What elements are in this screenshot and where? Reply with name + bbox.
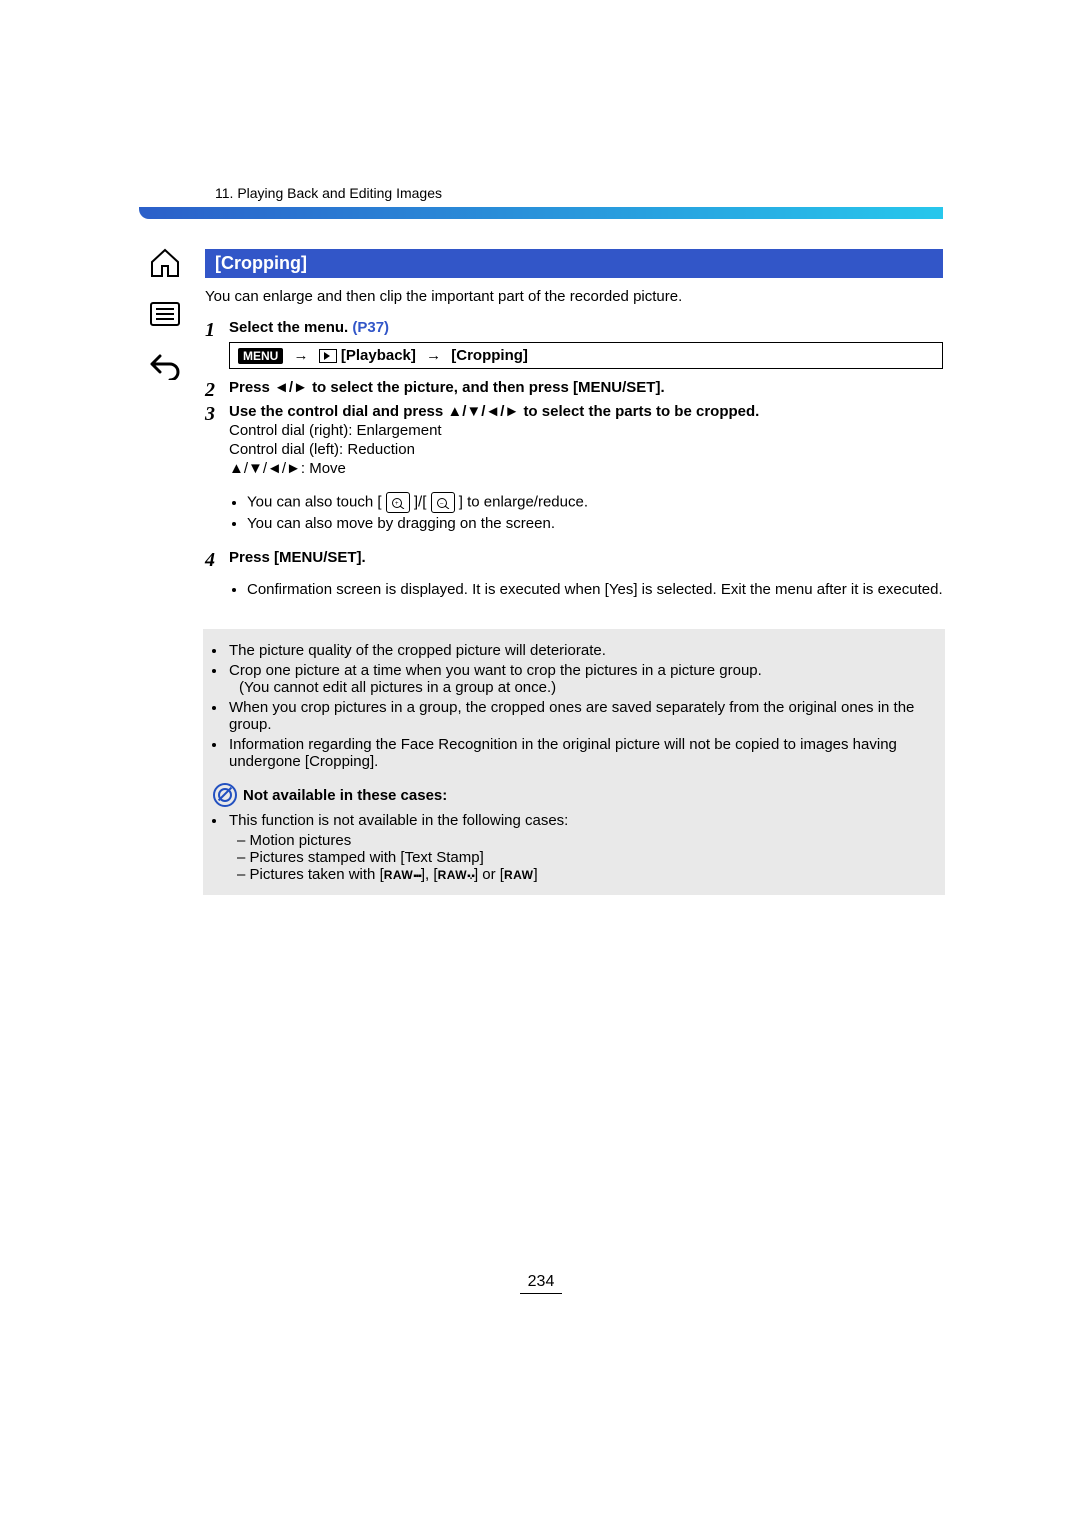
side-nav bbox=[148, 248, 190, 380]
touch-reduce-icon: – bbox=[431, 492, 455, 513]
body-line: Control dial (left): Reduction bbox=[229, 441, 943, 458]
step-number: 1 bbox=[205, 319, 229, 341]
sub-bullet: You can also touch [ + ]/[ – ] to enlarg… bbox=[247, 492, 943, 513]
raw-icon: RAW▪▪▪ bbox=[384, 868, 421, 882]
touch-prefix: You can also touch [ bbox=[247, 494, 382, 511]
chapter-header: 11. Playing Back and Editing Images bbox=[139, 185, 943, 205]
step-main: Press ◄/► to select the picture, and the… bbox=[229, 379, 943, 396]
svg-text:+: + bbox=[395, 501, 399, 507]
not-available-title: Not available in these cases: bbox=[243, 787, 447, 804]
raw-icon: RAW bbox=[504, 868, 534, 882]
note-text: Crop one picture at a time when you want… bbox=[229, 662, 762, 679]
case-item: Pictures stamped with [Text Stamp] bbox=[237, 849, 935, 866]
sub-list: Confirmation screen is displayed. It is … bbox=[229, 581, 943, 598]
prohibited-icon bbox=[213, 783, 237, 807]
raw-mid: ], [ bbox=[421, 866, 438, 883]
playback-icon bbox=[319, 349, 337, 363]
page-number: 234 bbox=[520, 1273, 563, 1294]
notes-box: The picture quality of the cropped pictu… bbox=[203, 629, 945, 895]
section-title: [Cropping] bbox=[205, 249, 943, 278]
note-item: Information regarding the Face Recogniti… bbox=[227, 736, 935, 770]
menu-level2: [Cropping] bbox=[451, 347, 528, 364]
touch-mid: ]/[ bbox=[414, 494, 427, 511]
page-footer: 234 bbox=[139, 1273, 943, 1294]
step-number: 3 bbox=[205, 403, 229, 425]
touch-enlarge-icon: + bbox=[386, 492, 410, 513]
raw-suffix: ] bbox=[533, 866, 537, 883]
step-main: Use the control dial and press ▲/▼/◄/► t… bbox=[229, 403, 943, 420]
svg-text:–: – bbox=[440, 501, 444, 507]
menu-pill: MENU bbox=[238, 348, 283, 364]
raw-icon: RAW▪.▪ bbox=[438, 868, 474, 882]
back-icon[interactable] bbox=[148, 350, 190, 380]
sub-list: You can also touch [ + ]/[ – ] to enlarg… bbox=[229, 492, 943, 532]
raw-prefix: Pictures taken with [ bbox=[250, 866, 384, 883]
body-line: Control dial (right): Enlargement bbox=[229, 422, 943, 439]
header-stripe bbox=[139, 207, 943, 219]
step-main: Select the menu. bbox=[229, 319, 352, 336]
note-item: The picture quality of the cropped pictu… bbox=[227, 642, 935, 659]
arrow-icon: → bbox=[420, 347, 447, 364]
arrow-icon: → bbox=[288, 347, 315, 364]
step-body: Use the control dial and press ▲/▼/◄/► t… bbox=[229, 403, 943, 547]
not-available-lead: This function is not available in the fo… bbox=[227, 812, 935, 829]
step-number: 2 bbox=[205, 379, 229, 401]
case-item: Motion pictures bbox=[237, 832, 935, 849]
step-main: Press [MENU/SET]. bbox=[229, 549, 943, 566]
step-body: Press [MENU/SET]. Confirmation screen is… bbox=[229, 549, 943, 613]
home-icon[interactable] bbox=[148, 248, 190, 278]
step-row: 1 Select the menu. (P37) MENU → [Playbac… bbox=[205, 319, 943, 377]
menu-path-box: MENU → [Playback] → [Cropping] bbox=[229, 342, 943, 369]
note-sub: (You cannot edit all pictures in a group… bbox=[229, 679, 935, 696]
not-available-heading: Not available in these cases: bbox=[213, 773, 935, 809]
raw-mid: ] or [ bbox=[474, 866, 504, 883]
sub-bullet: You can also move by dragging on the scr… bbox=[247, 515, 943, 532]
manual-page: 11. Playing Back and Editing Images [Cro… bbox=[0, 0, 1080, 1526]
step-row: 3 Use the control dial and press ▲/▼/◄/►… bbox=[205, 403, 943, 547]
section-intro: You can enlarge and then clip the import… bbox=[205, 288, 943, 305]
step-row: 2 Press ◄/► to select the picture, and t… bbox=[205, 379, 943, 401]
content: [Cropping] You can enlarge and then clip… bbox=[139, 219, 943, 895]
step-number: 4 bbox=[205, 549, 229, 571]
case-item-raw: Pictures taken with [RAW▪▪▪], [RAW▪.▪] o… bbox=[237, 866, 935, 883]
menu-level1: [Playback] bbox=[341, 347, 416, 364]
touch-suffix: ] to enlarge/reduce. bbox=[459, 494, 588, 511]
step-body: Select the menu. (P37) MENU → [Playback]… bbox=[229, 319, 943, 377]
chapter-title: 11. Playing Back and Editing Images bbox=[139, 185, 442, 201]
note-item: Crop one picture at a time when you want… bbox=[227, 662, 935, 696]
body-line: ▲/▼/◄/►: Move bbox=[229, 460, 943, 477]
not-available-cases: Motion pictures Pictures stamped with [T… bbox=[213, 832, 935, 883]
page-ref-link[interactable]: (P37) bbox=[352, 319, 389, 336]
sub-bullet: Confirmation screen is displayed. It is … bbox=[247, 581, 943, 598]
step-row: 4 Press [MENU/SET]. Confirmation screen … bbox=[205, 549, 943, 613]
note-item: When you crop pictures in a group, the c… bbox=[227, 699, 935, 733]
toc-icon[interactable] bbox=[148, 300, 190, 328]
page-inner: 11. Playing Back and Editing Images [Cro… bbox=[139, 185, 943, 895]
